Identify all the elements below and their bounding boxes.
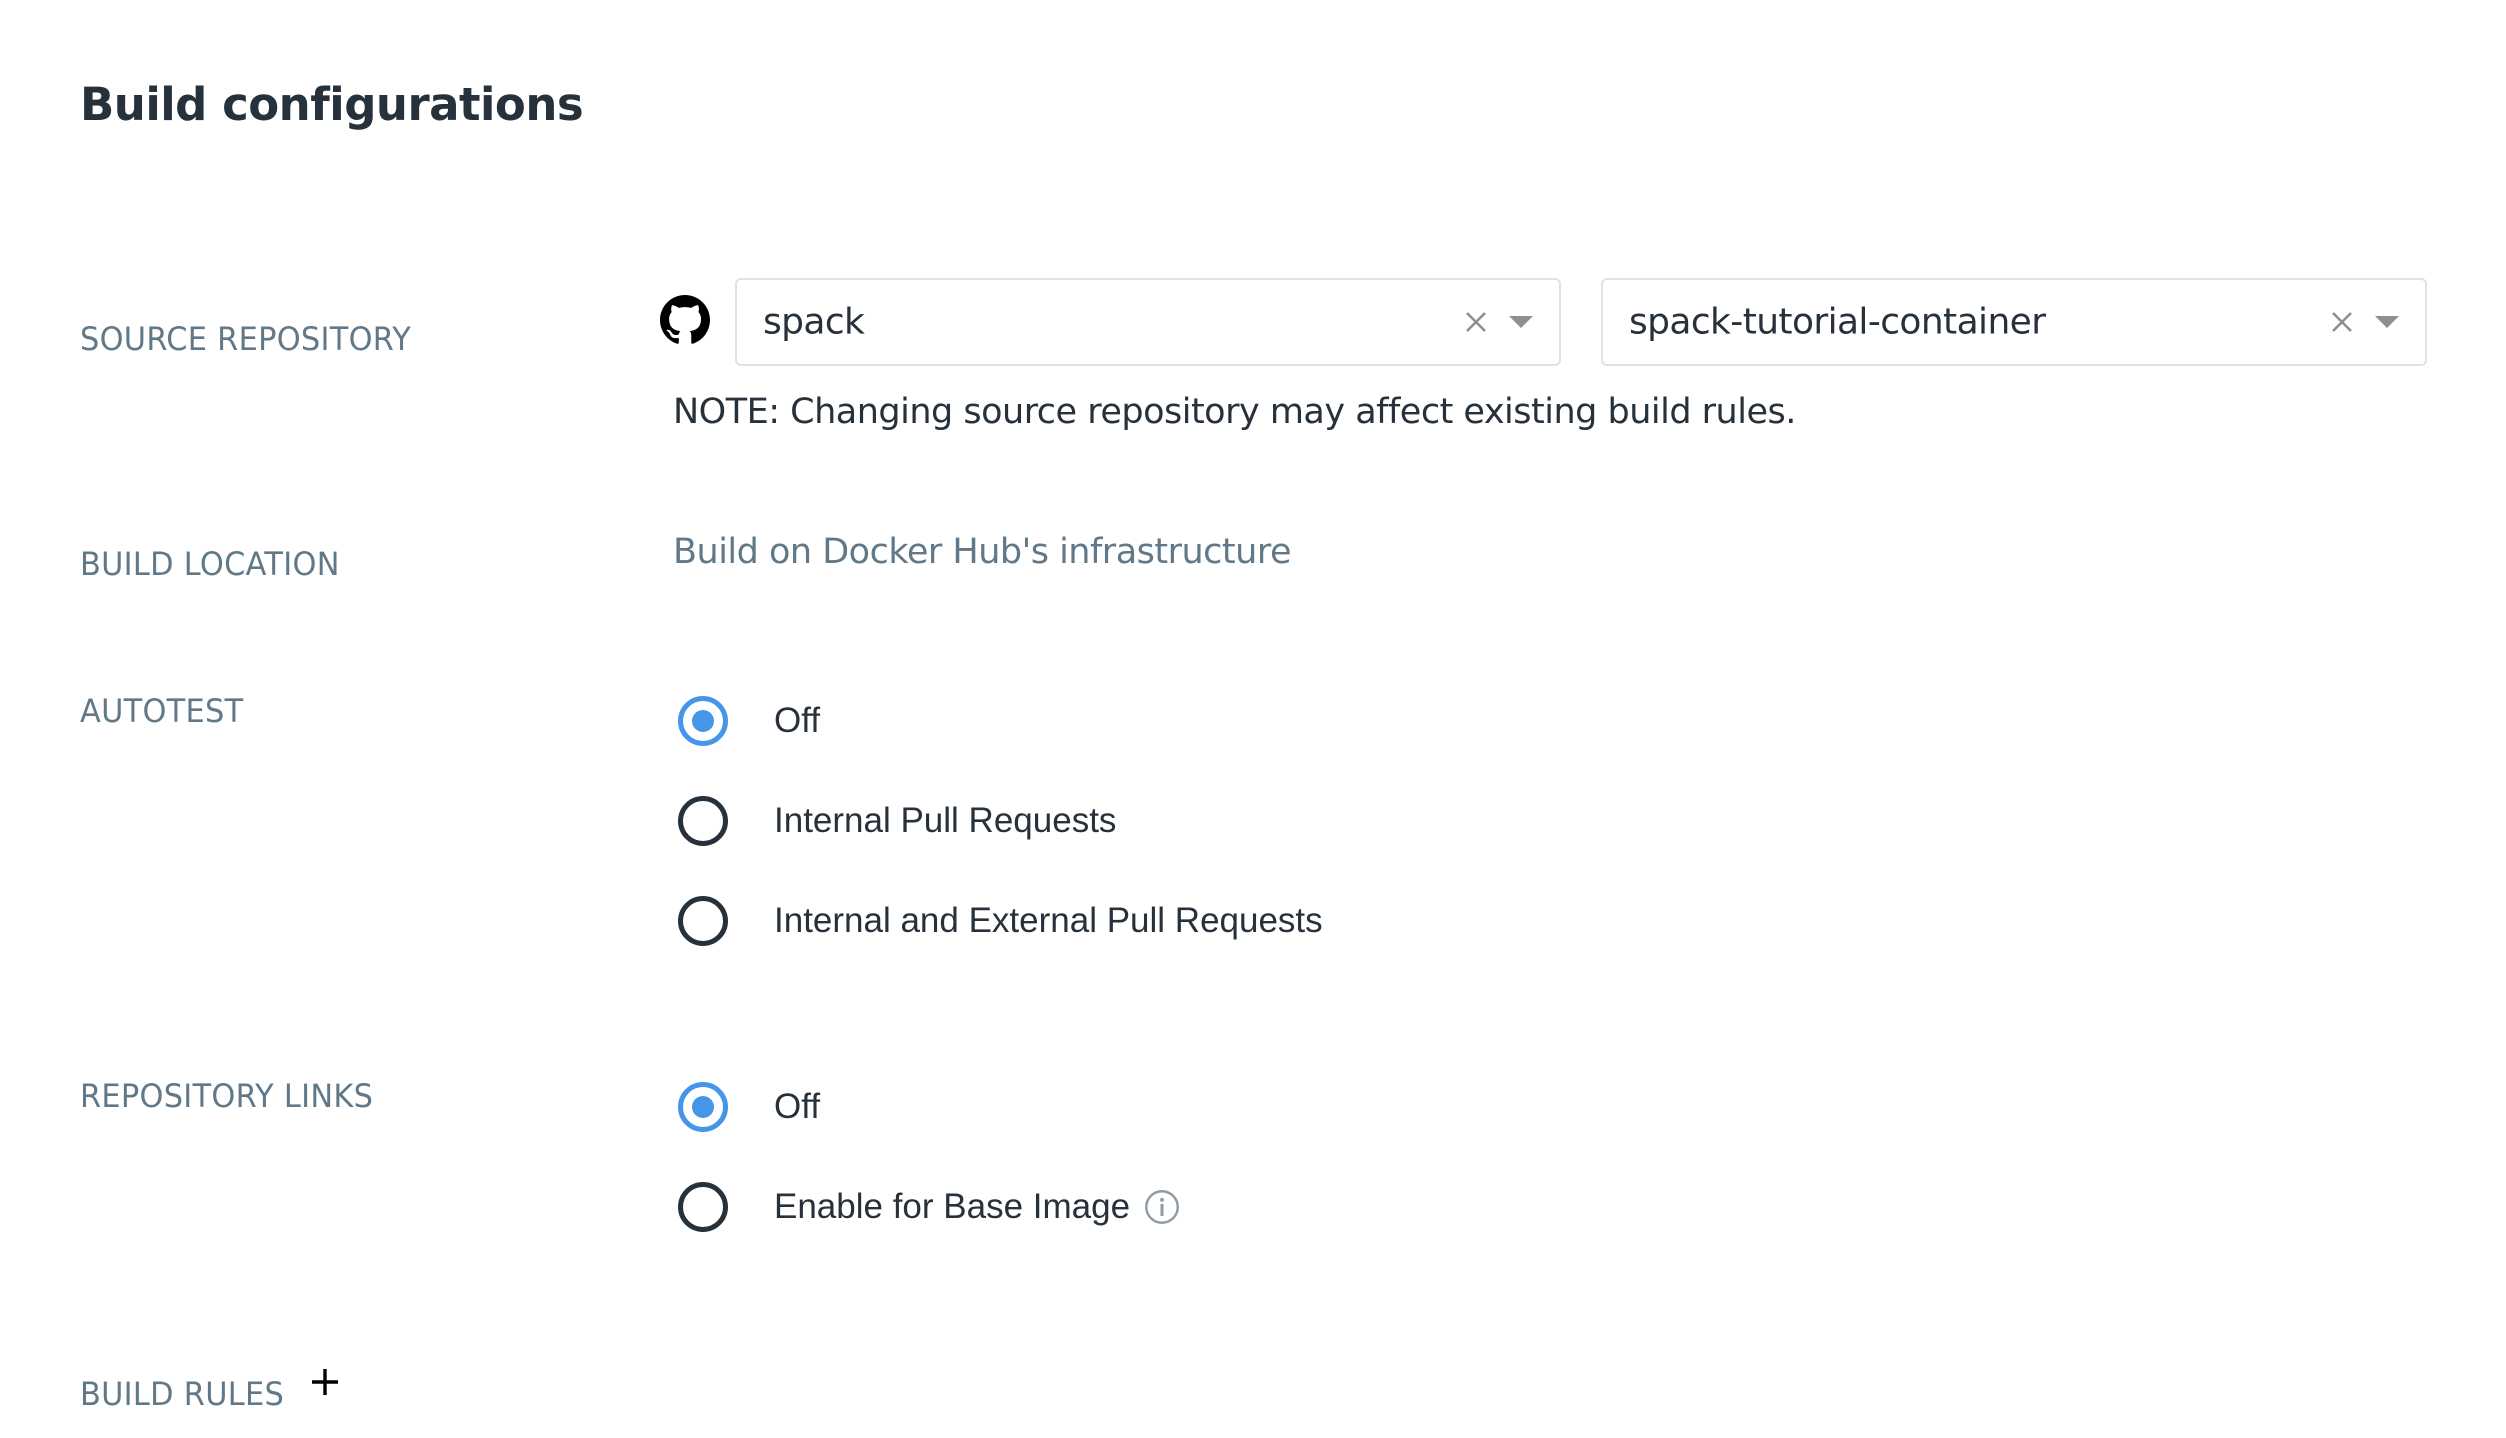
radio-label: Enable for Base Image bbox=[774, 1187, 1131, 1226]
radio-button[interactable] bbox=[678, 796, 728, 846]
source-repository-note: NOTE: Changing source repository may aff… bbox=[673, 392, 1796, 432]
repository-select-value: spack-tutorial-container bbox=[1629, 301, 2046, 343]
organization-select[interactable]: spack bbox=[735, 278, 1561, 366]
close-icon[interactable] bbox=[1464, 310, 1488, 334]
build-location-label: BUILD LOCATION bbox=[80, 545, 340, 583]
caret-down-icon[interactable] bbox=[1509, 316, 1533, 328]
autotest-option-internal-external[interactable]: Internal and External Pull Requests bbox=[678, 895, 1323, 947]
info-icon[interactable] bbox=[1144, 1189, 1180, 1225]
close-icon[interactable] bbox=[2330, 310, 2354, 334]
organization-select-value: spack bbox=[763, 301, 865, 343]
repository-links-option-base-image[interactable]: Enable for Base Image bbox=[678, 1181, 1180, 1233]
plus-icon[interactable] bbox=[309, 1366, 341, 1398]
radio-button[interactable] bbox=[678, 896, 728, 946]
repository-select[interactable]: spack-tutorial-container bbox=[1601, 278, 2427, 366]
autotest-label: AUTOTEST bbox=[80, 692, 244, 730]
radio-label: Off bbox=[774, 701, 821, 740]
repository-links-option-off[interactable]: Off bbox=[678, 1081, 820, 1133]
autotest-option-internal[interactable]: Internal Pull Requests bbox=[678, 795, 1116, 847]
page-title: Build configurations bbox=[80, 78, 584, 131]
radio-button[interactable] bbox=[678, 1082, 728, 1132]
radio-label: Internal Pull Requests bbox=[774, 801, 1117, 840]
radio-button[interactable] bbox=[678, 1182, 728, 1232]
autotest-option-off[interactable]: Off bbox=[678, 695, 820, 747]
github-icon bbox=[660, 295, 710, 344]
repository-links-label: REPOSITORY LINKS bbox=[80, 1077, 374, 1115]
radio-label: Off bbox=[774, 1087, 821, 1126]
build-location-value: Build on Docker Hub's infrastructure bbox=[673, 532, 1291, 572]
build-rules-label: BUILD RULES bbox=[80, 1375, 285, 1413]
radio-button[interactable] bbox=[678, 696, 728, 746]
source-repository-label: SOURCE REPOSITORY bbox=[80, 320, 412, 358]
caret-down-icon[interactable] bbox=[2375, 316, 2399, 328]
radio-label: Internal and External Pull Requests bbox=[774, 901, 1323, 940]
